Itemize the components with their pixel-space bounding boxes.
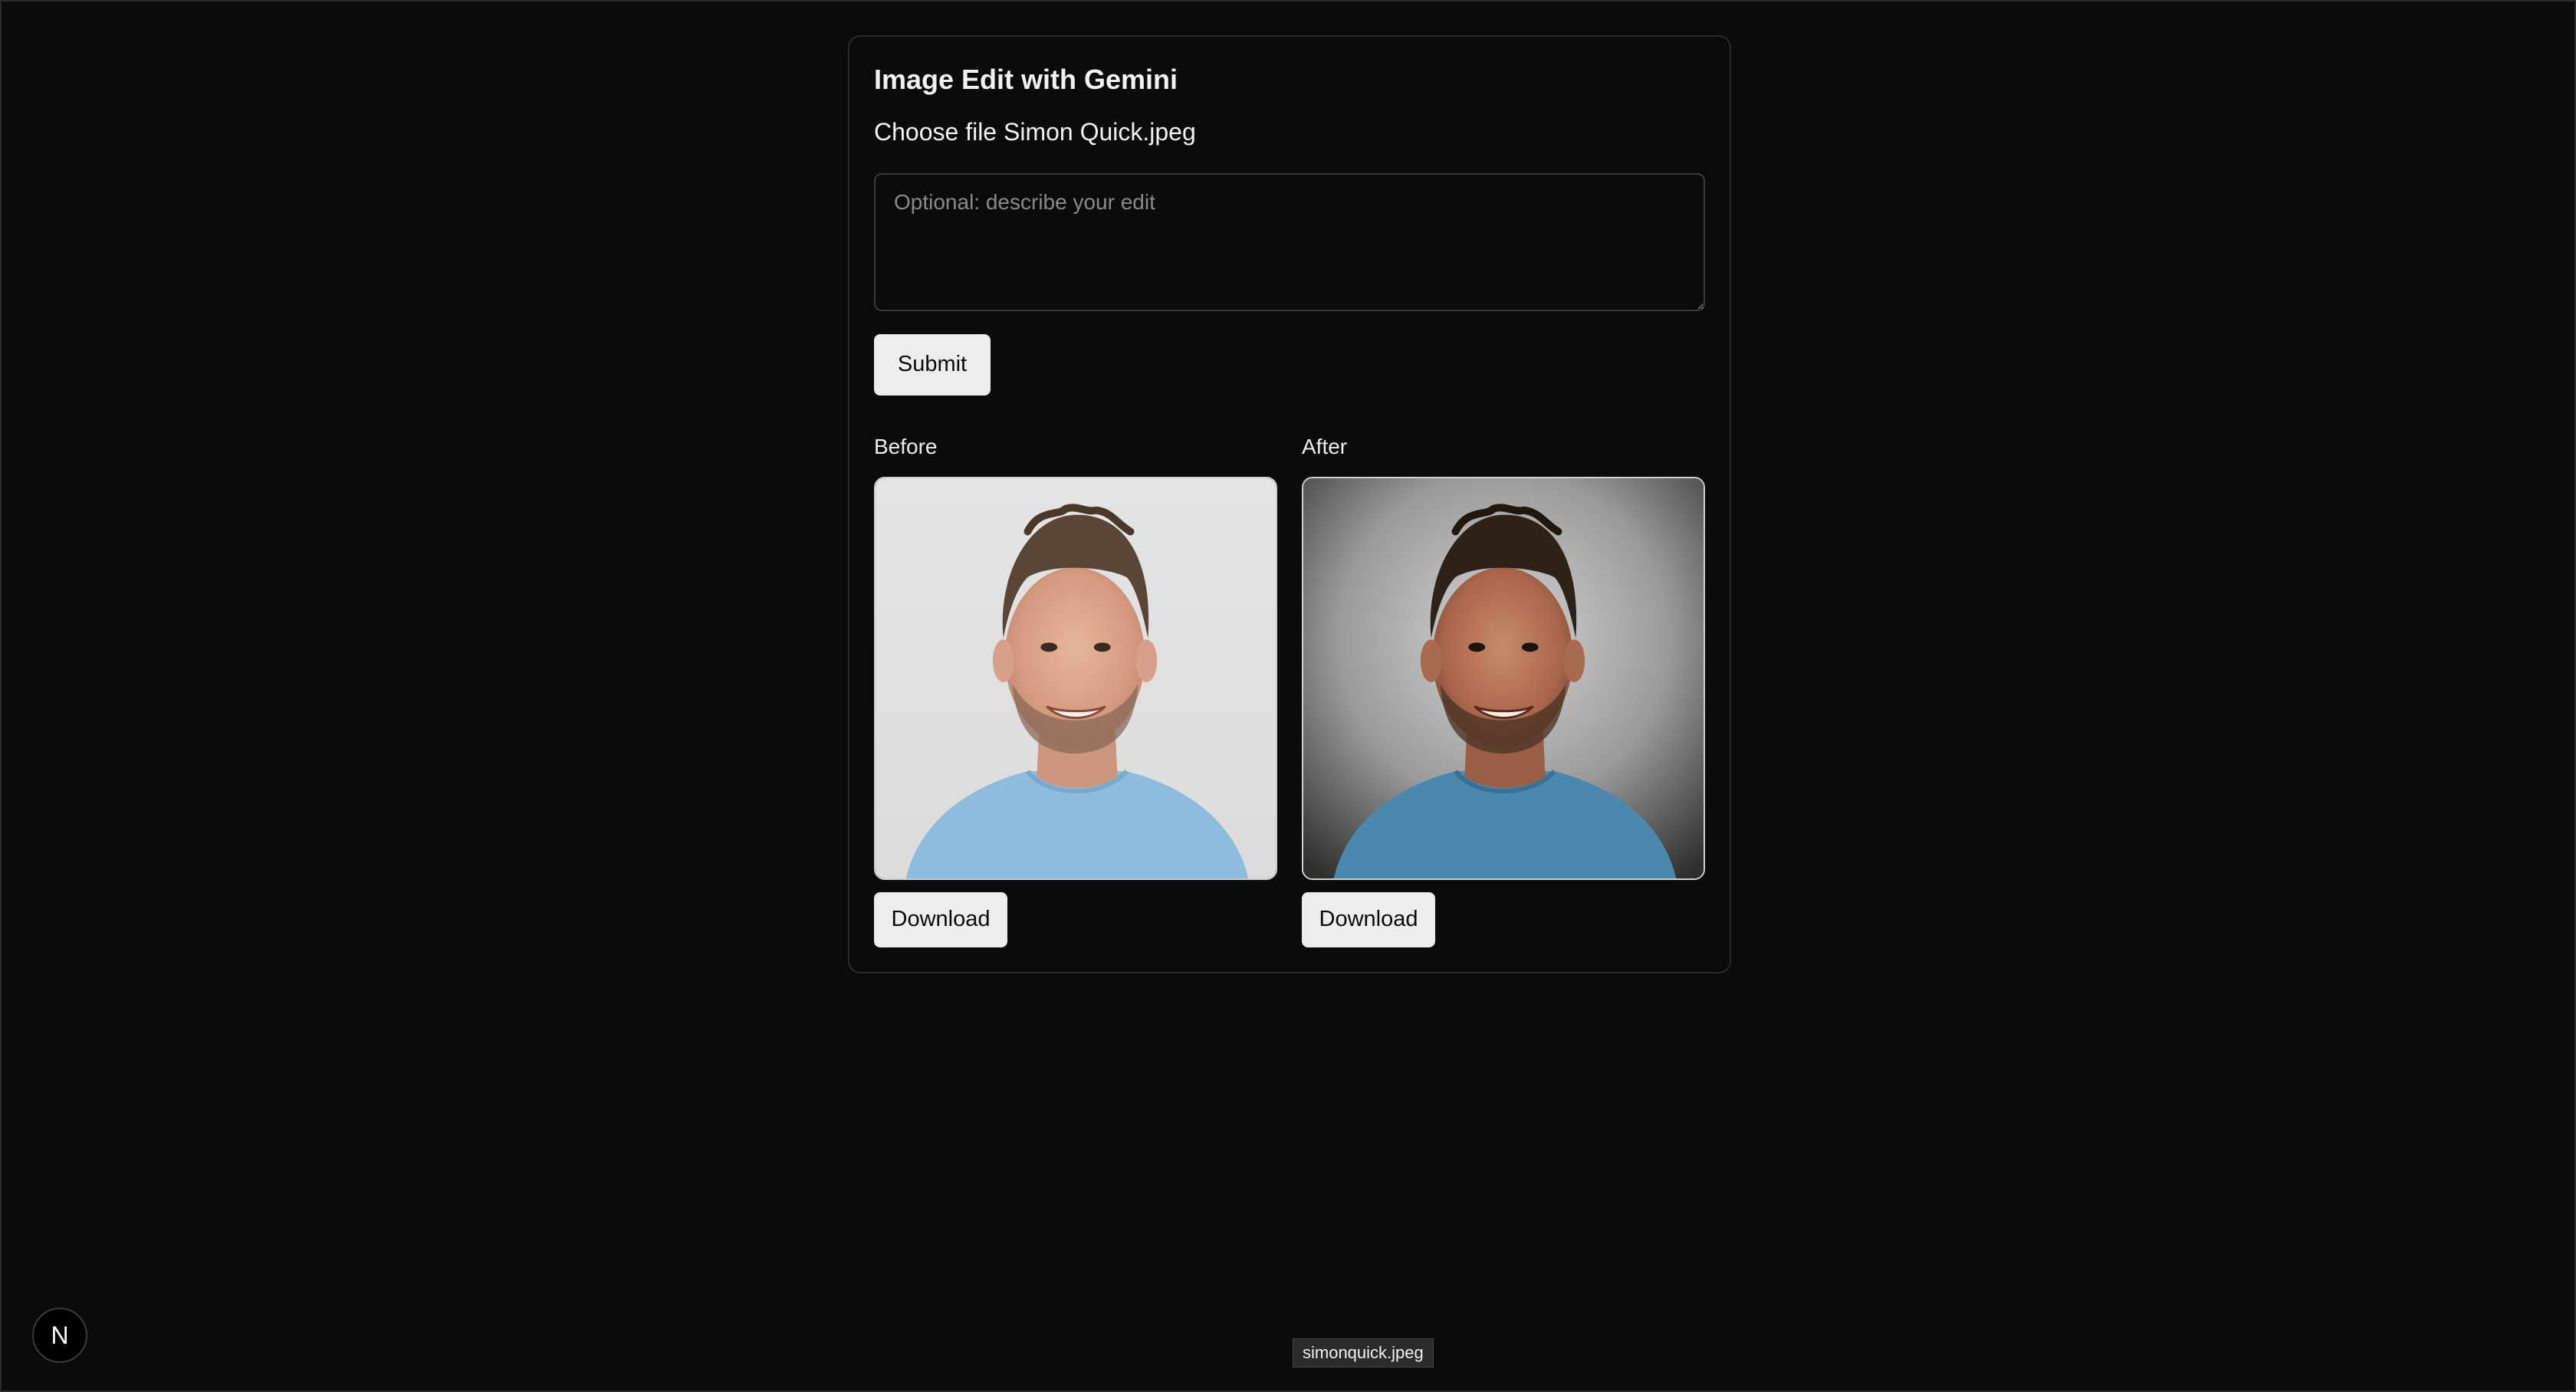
choose-file-button[interactable]: Choose file xyxy=(874,118,997,146)
before-download-button[interactable]: Download xyxy=(874,891,1007,947)
nextjs-dev-badge[interactable]: N xyxy=(32,1308,87,1363)
after-label: After xyxy=(1302,434,1348,458)
before-portrait xyxy=(876,478,1276,878)
image-edit-card: Image Edit with Gemini Choose file Simon… xyxy=(848,35,1731,973)
submit-button[interactable]: Submit xyxy=(874,333,991,396)
app-viewport: Image Edit with Gemini Choose file Simon… xyxy=(0,0,2576,1392)
selected-file-name: Simon Quick.jpeg xyxy=(1003,118,1196,146)
after-image xyxy=(1302,476,1705,880)
before-label: Before xyxy=(874,434,938,458)
after-portrait xyxy=(1303,478,1704,878)
edit-prompt-input[interactable] xyxy=(874,172,1705,311)
n-logo-icon: N xyxy=(51,1321,69,1349)
before-panel: Before Download xyxy=(874,434,1277,947)
filename-tooltip: simonquick.jpeg xyxy=(1293,1338,1434,1367)
before-after-comparison: Before Download After Download xyxy=(874,434,1705,947)
after-download-button[interactable]: Download xyxy=(1302,891,1435,947)
after-panel: After Download xyxy=(1302,434,1705,947)
file-input[interactable]: Choose file Simon Quick.jpeg xyxy=(874,117,1705,146)
before-image xyxy=(874,476,1277,880)
page-title: Image Edit with Gemini xyxy=(874,64,1178,95)
